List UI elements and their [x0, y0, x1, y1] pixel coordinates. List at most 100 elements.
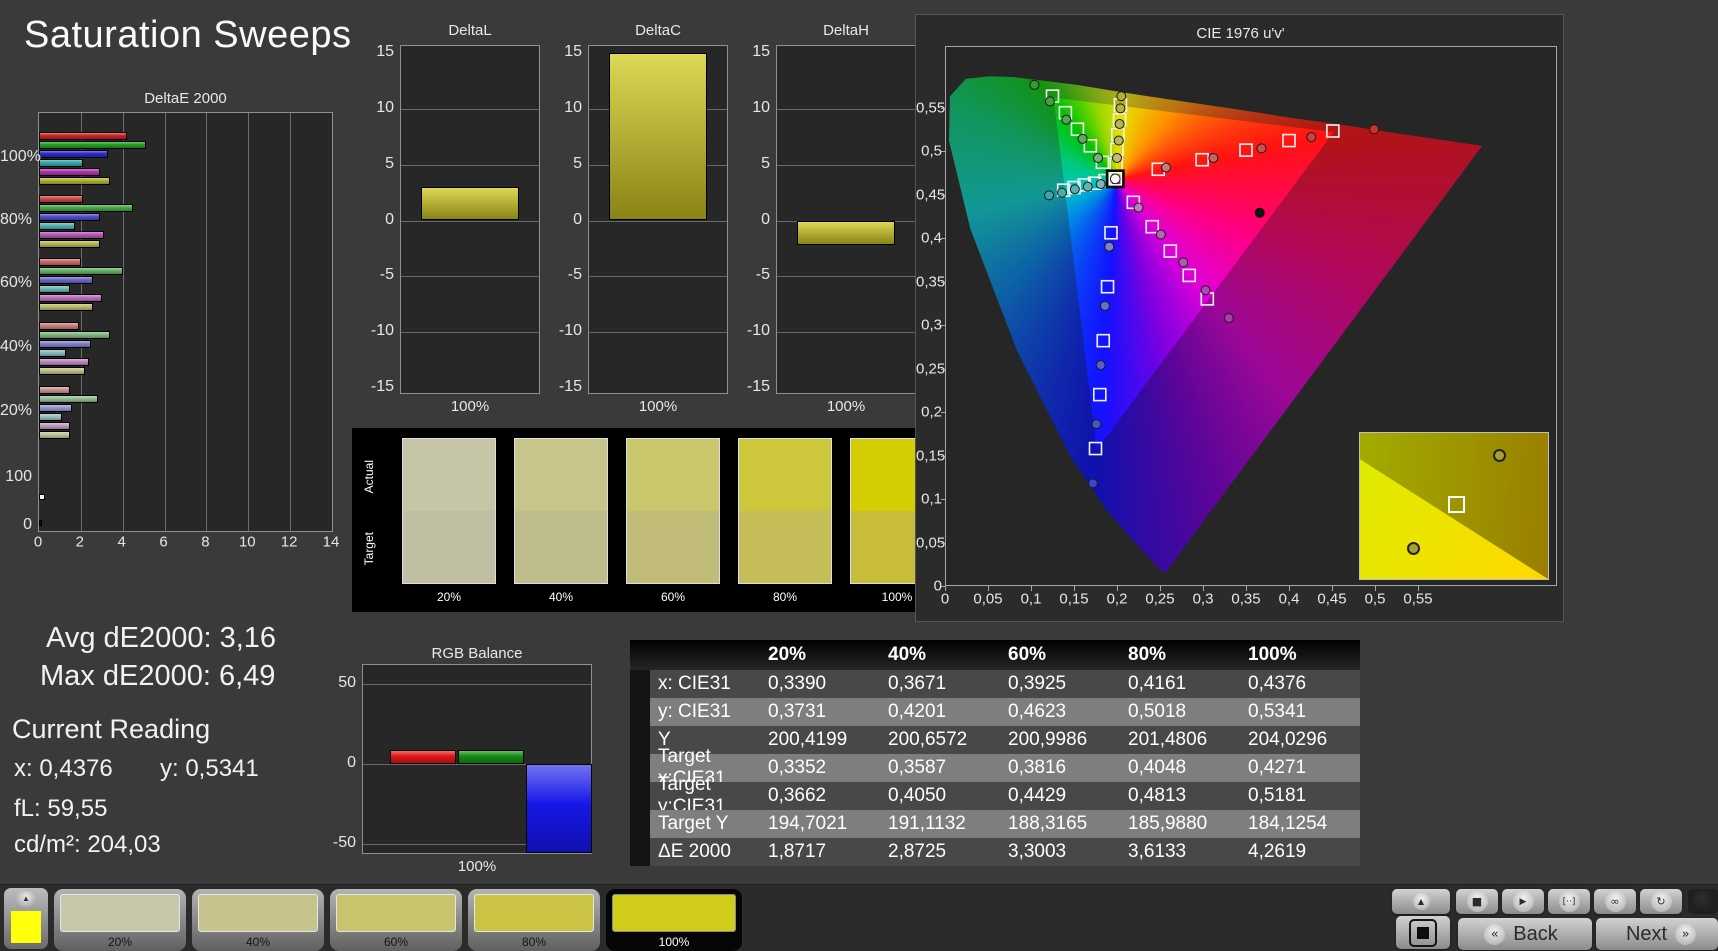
saturation-tile-100%[interactable]: 100%: [606, 889, 742, 951]
bar-blue-100%: [39, 150, 109, 158]
bar-magenta-60%: [39, 294, 102, 302]
cie-y-tick-label: 0,3: [921, 316, 942, 334]
table-cell: 1,8717: [760, 838, 880, 866]
refresh-icon: ↻: [1650, 891, 1672, 912]
tick: [1031, 586, 1032, 591]
deltah-chart-title: DeltaH: [823, 22, 869, 39]
next-button[interactable]: Next »: [1596, 918, 1718, 950]
table-cell: 194,7021: [760, 810, 880, 838]
rgb-balance-chart: [362, 664, 592, 854]
cie-x-tick-label: 0,05: [973, 590, 1003, 608]
stop-square-icon: [1409, 918, 1437, 947]
bar-yellow-100%: [39, 177, 111, 185]
patch-up-arrow-icon[interactable]: ▲: [16, 891, 36, 907]
table-row-gutter: [630, 698, 650, 726]
table-cell: 201,4806: [1120, 726, 1240, 754]
table-header-cell: 60%: [1000, 640, 1120, 670]
saturation-tile-20%[interactable]: 20%: [54, 889, 186, 951]
bar-blue-60%: [39, 276, 94, 284]
table-row: y: CIE31 0,3731 0,4201 0,4623 0,5018 0,5341: [630, 698, 1360, 726]
y-tick-label: 0: [761, 210, 770, 228]
x-tick-label: 10: [238, 533, 256, 551]
table-cell: 0,5018: [1120, 698, 1240, 726]
y-tick-label: 15: [376, 42, 394, 60]
cie-x-tick-label: 0,4: [1278, 590, 1300, 608]
actual-swatch: [515, 439, 607, 511]
y-tick-label: 10: [376, 98, 394, 116]
table-row-gutter: [630, 810, 650, 838]
continuous-button[interactable]: ∞: [1594, 889, 1636, 914]
cie-x-tick-label: 0,35: [1231, 590, 1261, 608]
bar-cyan-20%: [39, 413, 63, 421]
table-cell: 200,4199: [760, 726, 880, 754]
cie-y-tick-label: 0,2: [921, 403, 942, 421]
x-tick-label: 6: [159, 533, 168, 551]
tile-label: 20%: [107, 935, 133, 949]
back-button[interactable]: « Back: [1458, 918, 1592, 950]
table-row-gutter: [630, 754, 650, 782]
stop-button[interactable]: ■: [1456, 889, 1498, 914]
gridline: [589, 332, 727, 334]
target-swatch: [627, 511, 719, 583]
tick: [941, 107, 946, 109]
rgb-bar-green: [458, 749, 524, 764]
y-tick-label: -5: [567, 266, 582, 284]
y-group-label: 100%: [0, 148, 41, 165]
actual-swatch: [739, 439, 831, 511]
bar-cyan-80%: [39, 222, 75, 230]
stop-target-button[interactable]: [1396, 916, 1450, 949]
cie-x-tick-label: 0,15: [1059, 590, 1089, 608]
play-button[interactable]: ▶: [1502, 889, 1544, 914]
deltac-chart: [588, 45, 728, 394]
table-cell: 0,4271: [1240, 754, 1360, 782]
bar-cyan-100%: [39, 159, 83, 167]
current-cdm2-value: cd/m²: 204,03: [14, 831, 161, 858]
gridline: [401, 220, 539, 222]
delta-bar: [421, 186, 519, 221]
y-tick-label: -15: [558, 378, 582, 396]
tile-swatch: [474, 894, 594, 932]
tile-label: 40%: [245, 935, 271, 949]
saturation-tile-60%[interactable]: 60%: [330, 889, 462, 951]
next-chevron-icon: »: [1675, 923, 1697, 945]
measurement-table: 20% 40% 60% 80% 100% x: CIE31 0,3390 0,3671 0,39…: [630, 640, 1360, 866]
target-swatch: [515, 511, 607, 583]
cie-y-tick-label: 0,15: [916, 447, 946, 464]
toolbar-up-button[interactable]: ▲: [1392, 889, 1450, 914]
saturation-tile-80%[interactable]: 80%: [468, 889, 600, 951]
avg-de2000-stat: Avg dE2000: 3,16: [46, 622, 277, 654]
gridline: [777, 332, 915, 334]
cie-y-tick-label: 0,45: [916, 186, 946, 203]
gridline: [401, 276, 539, 278]
swatch-column-label: 60%: [660, 590, 686, 604]
cie-y-tick-label: 0,55: [916, 99, 946, 116]
cie-x-tick-label: 0,2: [1106, 590, 1128, 608]
inset-target-square: [1448, 495, 1465, 513]
bar-magenta-80%: [39, 231, 104, 239]
saturation-tile-40%[interactable]: 40%: [192, 889, 324, 951]
cie-zoom-inset: [1359, 432, 1549, 580]
bar-blue-20%: [39, 404, 73, 412]
deltac-chart-title: DeltaC: [635, 22, 681, 39]
tick: [941, 238, 946, 239]
gridline: [363, 684, 591, 685]
bar-green-60%: [39, 267, 123, 275]
delta-bar: [609, 52, 707, 221]
deltal-chart-title: DeltaL: [448, 22, 492, 39]
tick: [941, 151, 946, 152]
current-patch-swatch: [11, 911, 41, 943]
cie-x-tick-label: 0,1: [1020, 590, 1042, 608]
cie-y-tick-label: 0,35: [916, 273, 946, 290]
refresh-button[interactable]: ↻: [1640, 889, 1682, 914]
bar-100: [39, 494, 46, 500]
table-cell: 191,1132: [880, 810, 1000, 838]
transport-slot: [1688, 889, 1718, 914]
table-row-label: ΔE 2000: [650, 838, 760, 866]
swatch-column-label: 40%: [548, 590, 574, 604]
current-patch-button[interactable]: ▲: [4, 888, 48, 949]
tick: [1375, 586, 1376, 591]
y-tick-label: 0: [347, 754, 356, 771]
tick: [941, 455, 946, 457]
cie-x-tick-label: 0: [940, 590, 950, 608]
step-button[interactable]: [··]: [1548, 889, 1590, 914]
